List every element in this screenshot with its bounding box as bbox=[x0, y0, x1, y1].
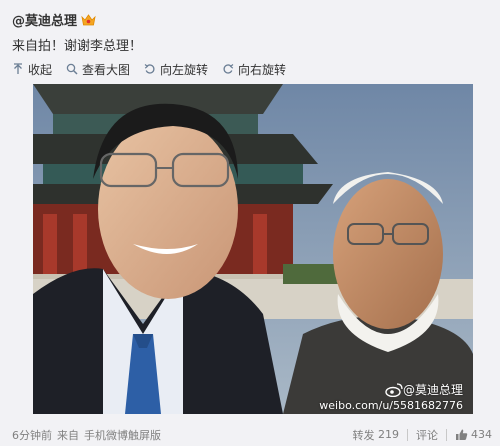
post-photo[interactable]: @莫迪总理 weibo.com/u/5581682776 bbox=[33, 84, 473, 414]
post-footer: 6分钟前 来自 手机微博触屏版 转发 219 评论 434 bbox=[0, 423, 500, 446]
view-large-label: 查看大图 bbox=[82, 62, 131, 77]
author-name-link[interactable]: @莫迪总理 bbox=[12, 10, 77, 29]
like-button[interactable]: 434 bbox=[455, 428, 492, 441]
post-source-link[interactable]: 手机微博触屏版 bbox=[84, 427, 161, 443]
like-count: 434 bbox=[471, 428, 492, 441]
footer-divider bbox=[407, 428, 408, 441]
post-text: 来自拍！谢谢李总理！ bbox=[12, 39, 143, 54]
collapse-button[interactable]: 收起 bbox=[12, 61, 52, 78]
collapse-up-arrow-icon bbox=[14, 63, 22, 74]
rotate-left-label: 向左旋转 bbox=[160, 62, 209, 77]
photo-watermark: @莫迪总理 weibo.com/u/5581682776 bbox=[319, 381, 463, 412]
comment-button[interactable]: 评论 bbox=[416, 427, 438, 443]
rotate-right-button[interactable]: 向右旋转 bbox=[222, 61, 286, 78]
rotate-right-label: 向右旋转 bbox=[238, 62, 287, 77]
repost-label: 转发 bbox=[352, 428, 375, 442]
comment-label: 评论 bbox=[416, 428, 438, 442]
source-prefix: 来自 bbox=[57, 428, 79, 442]
repost-button[interactable]: 转发 219 bbox=[353, 427, 400, 443]
post-header: @莫迪总理 bbox=[12, 9, 96, 29]
collapse-label: 收起 bbox=[28, 62, 53, 77]
selfie-photo-illustration bbox=[33, 84, 473, 414]
post-time[interactable]: 6分钟前 bbox=[12, 427, 52, 443]
magnifier-icon bbox=[66, 63, 78, 75]
rotate-right-icon bbox=[223, 64, 234, 74]
watermark-handle: @莫迪总理 bbox=[402, 383, 463, 397]
view-large-button[interactable]: 查看大图 bbox=[66, 61, 130, 78]
thumbs-up-icon bbox=[456, 429, 468, 440]
watermark-url: weibo.com/u/5581682776 bbox=[319, 399, 463, 412]
weibo-logo-icon bbox=[385, 382, 403, 397]
vip-badge-icon bbox=[81, 13, 96, 25]
rotate-left-icon bbox=[144, 64, 155, 74]
image-toolbar: 收起 查看大图 向左旋转 向右旋转 bbox=[12, 60, 286, 78]
rotate-left-button[interactable]: 向左旋转 bbox=[144, 61, 208, 78]
footer-divider bbox=[446, 428, 447, 441]
repost-count: 219 bbox=[378, 428, 399, 441]
